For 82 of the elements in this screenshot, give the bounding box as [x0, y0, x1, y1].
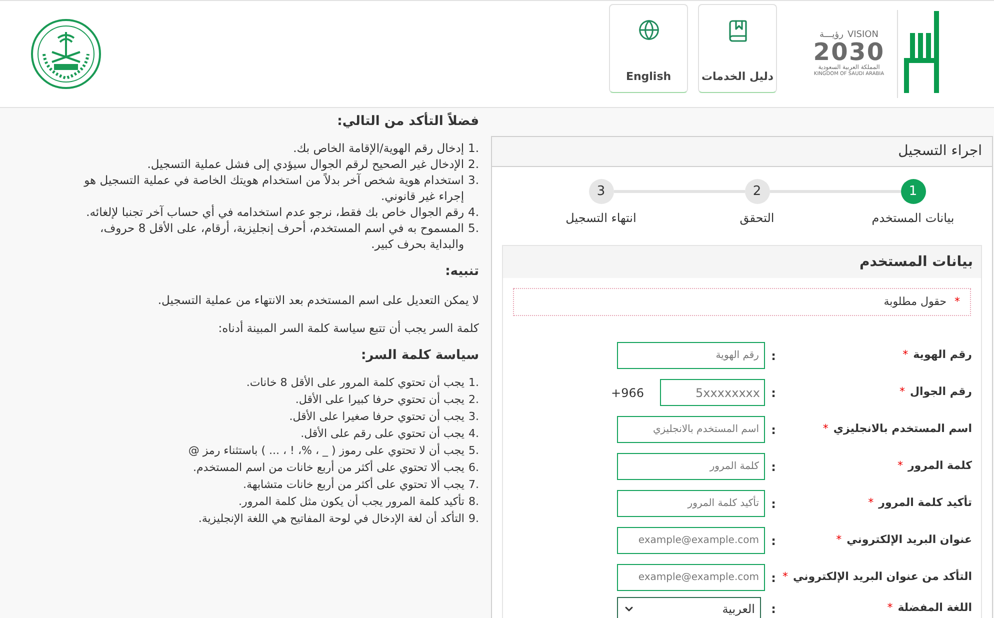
vision-year: 2030: [813, 40, 885, 64]
field-label: رقم الجوال: [910, 384, 972, 400]
field-label: رقم الهوية: [913, 347, 972, 364]
nav-button[interactable]: دليل الخدمات: [698, 4, 777, 92]
instructions-heading: فضلاً التأكد من التالي:: [336, 114, 479, 130]
field-label: تأكيد كلمة المرور: [878, 495, 972, 512]
nav-button[interactable]: English: [609, 4, 688, 92]
item-number: 4.: [468, 426, 479, 442]
phone-field[interactable]: 5xxxxxxxx: [660, 379, 765, 406]
item-number: 1.: [468, 140, 479, 156]
colon: :: [770, 348, 777, 364]
required-mark: *: [897, 458, 903, 474]
warning-text: لا يمكن التعديل على اسم المستخدم بعد الانتهاء من عملية التسجيل.: [156, 292, 479, 308]
item-number: 4.: [468, 204, 479, 220]
required-mark: *: [782, 569, 788, 586]
text-field[interactable]: كلمة المرور: [617, 453, 765, 480]
colon: :: [770, 600, 777, 618]
step-number: 3: [588, 179, 614, 204]
instruction-item: استخدام هوية شخص آخر بدلاً من استخدام هويتك الخاصة في عملية التسجيل هو إجراء غير قانوني.: [82, 172, 464, 204]
field-label: اللغة المفضلة: [898, 600, 972, 616]
instruction-item: إدخال رقم الهوية/الإقامة الخاص بك.: [293, 140, 464, 156]
item-number: 5.: [468, 220, 479, 237]
panel-title: اجراء التسجيل: [492, 137, 992, 167]
instruction-item: المسموح به في اسم المستخدم، أحرف إنجليزية، أرقام، على الأقل 8 حروف، والبداية بحرف كبير.: [99, 220, 464, 252]
field-label: عنوان البريد الإلكتروني: [846, 532, 972, 548]
policy-item: يجب أن تحتوي حرفا صغيرا على الأقل.: [289, 408, 464, 425]
vision-word-arabic: رؤيـــة: [820, 30, 844, 40]
text-field[interactable]: example@example.com: [617, 564, 765, 591]
step-label: بيانات المستخدم: [872, 210, 954, 227]
required-note: * حقول مطلوبة: [513, 288, 971, 316]
required-mark: *: [868, 495, 874, 512]
policy-item: تأكيد كلمة المرور يجب أن يكون مثل كلمة المرور.: [238, 493, 464, 510]
country-code: +966: [611, 384, 644, 402]
vision-word: VISION: [847, 30, 878, 40]
colon: :: [770, 532, 777, 550]
item-number: 2.: [468, 156, 479, 172]
text-field[interactable]: اسم المستخدم بالانجليزي: [617, 416, 765, 443]
step-number: 1: [900, 179, 926, 204]
policy-heading: سياسة كلمة السر:: [360, 348, 479, 364]
colon: :: [770, 422, 777, 438]
policy-item: التأكد أن لغة الإدخال في لوحة المفاتيح هي اللغة الإنجليزية.: [198, 510, 464, 527]
colon: :: [770, 458, 777, 476]
item-number: 1.: [468, 375, 479, 391]
colon: :: [770, 570, 777, 586]
item-number: 3.: [468, 172, 479, 189]
item-number: 3.: [468, 409, 479, 425]
colon: :: [770, 384, 777, 402]
policy-item: يجب أن تحتوي حرفا كبيرا على الأقل.: [295, 391, 464, 408]
instruction-item: رقم الجوال خاص بك فقط، نرجو عدم استخدامه في أي حساب آخر تجنبا لإلغائه.: [86, 204, 464, 220]
required-mark: *: [836, 532, 842, 548]
step-label: التحقق: [740, 210, 774, 227]
required-mark: *: [887, 600, 893, 616]
policy-item: يجب أن تحتوي على رقم على الأقل.: [300, 425, 464, 442]
instruction-item: الإدخال غير الصحيح لرقم الجوال سيؤدي إلى فشل عملية التسجيل.: [147, 156, 464, 172]
warning-heading: تنبيه:: [444, 264, 479, 280]
policy-item: يجب أن لا تحتوي على رموز ( _ ، %، ! ، ... ) باستثناء رمز @: [188, 442, 464, 459]
policy-item: يجب ألا تحتوي على أكثر من أربع خانات متشابهة.: [243, 476, 464, 493]
globe-icon: [638, 18, 660, 40]
policy-item: يجب أن تحتوي كلمة المرور على الأقل 8 خانات.: [246, 374, 464, 391]
required-mark: *: [902, 347, 908, 364]
item-number: 5.: [468, 443, 479, 459]
section-title: بيانات المستخدم: [503, 246, 981, 278]
required-mark: *: [899, 384, 905, 400]
field-label: كلمة المرور: [908, 458, 972, 474]
text-field[interactable]: تأكيد كلمة المرور: [617, 490, 765, 517]
text-field[interactable]: رقم الهوية: [617, 342, 765, 369]
password-note: كلمة السر يجب أن تتبع سياسة كلمة السر المبينة أدناه:: [217, 320, 479, 336]
item-number: 7.: [468, 477, 479, 493]
emblem-icon: [30, 18, 102, 90]
text-field[interactable]: example@example.com: [617, 527, 765, 554]
policy-item: يجب ألا تحتوي على أكثر من أربع خانات من اسم المستخدم.: [193, 459, 464, 476]
item-number: 2.: [468, 392, 479, 408]
field-label: اسم المستخدم بالانجليزي: [833, 421, 972, 438]
language-select[interactable]: العربية: [617, 596, 761, 618]
field-label: التأكد من عنوان البريد الإلكتروني: [793, 569, 972, 586]
item-number: 8.: [468, 494, 479, 510]
item-number: 6.: [468, 460, 479, 476]
required-mark: *: [822, 421, 828, 438]
item-number: 9.: [468, 511, 479, 527]
step-label: انتهاء التسجيل: [566, 210, 636, 227]
colon: :: [770, 496, 777, 512]
step-number: 2: [744, 179, 770, 204]
